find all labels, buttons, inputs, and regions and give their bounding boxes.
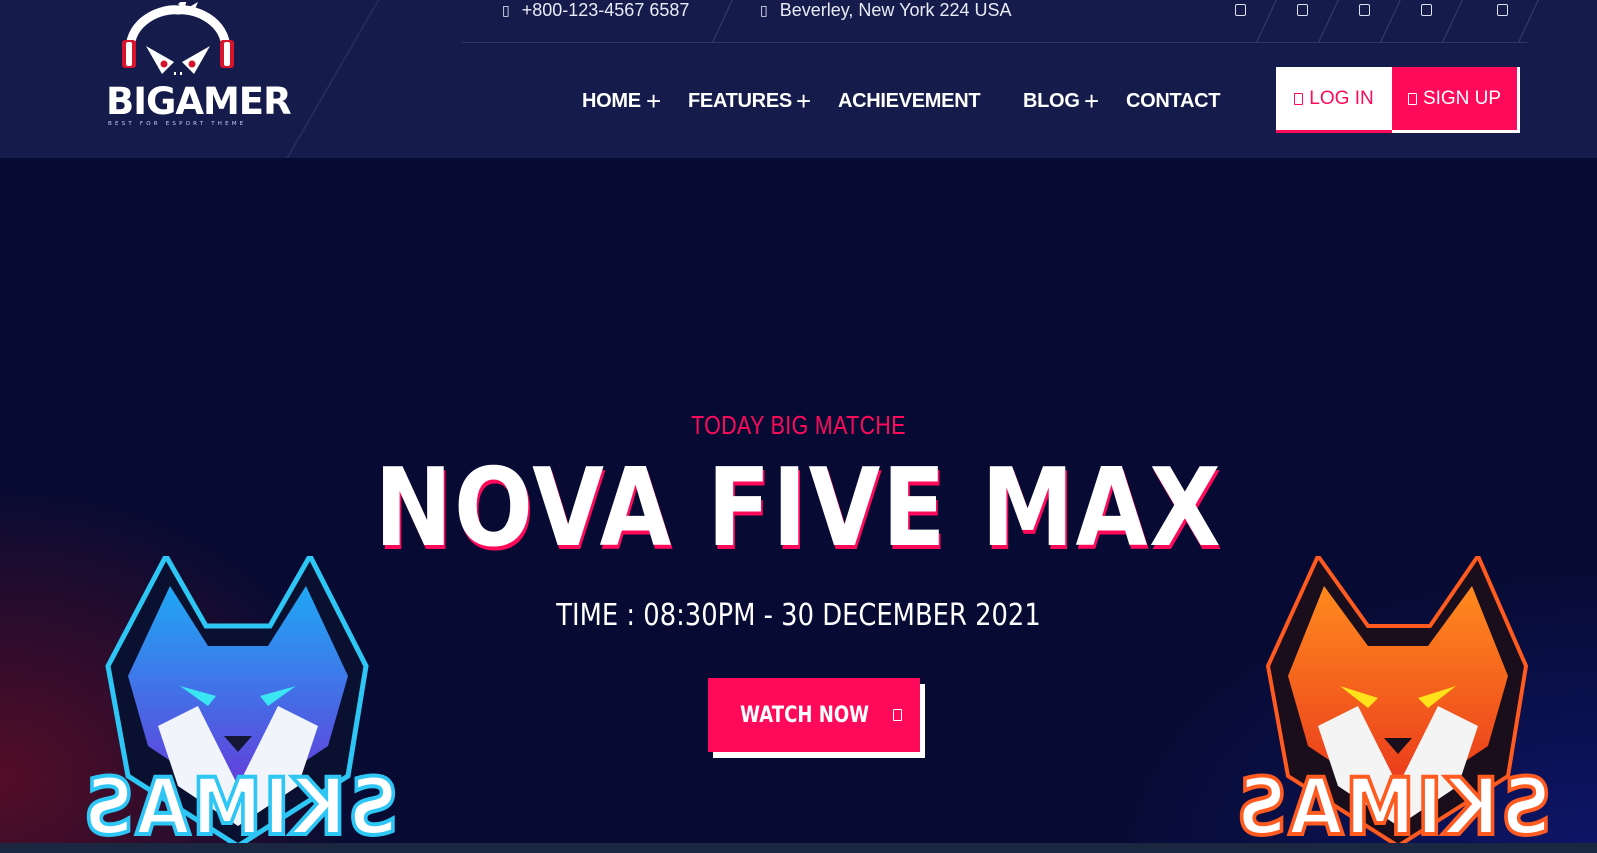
signup-button[interactable]: SIGN UP — [1392, 67, 1520, 133]
logo-tagline: BEST FOR ESPORT THEME — [108, 121, 247, 127]
social-separator — [1380, 0, 1401, 42]
browser-bottom-bar — [0, 843, 1597, 853]
hero-title: NOVA FIVE MAX — [374, 446, 1223, 571]
phone-icon: ▯ — [502, 1, 510, 18]
topbar-phone[interactable]: ▯ +800-123-4567 6587 — [502, 0, 689, 20]
instagram-icon[interactable] — [1418, 2, 1434, 18]
user-plus-icon — [1407, 92, 1417, 105]
nav-item-home[interactable]: HOME — [582, 86, 641, 116]
topbar-address-text: Beverley, New York 224 USA — [779, 0, 1012, 20]
social-separator — [1518, 0, 1539, 42]
youtube-icon[interactable] — [1356, 2, 1372, 18]
nav-item-features[interactable]: FEATURES — [688, 86, 792, 116]
hero-subtitle: TODAY BIG MATCHE — [691, 410, 906, 440]
social-separator — [1442, 0, 1463, 42]
hero-section: TODAY BIG MATCHE NOVA FIVE MAX TIME : 08… — [0, 158, 1597, 843]
social-separator — [1256, 0, 1277, 42]
right-team-name: SKIMAS — [1233, 761, 1553, 843]
nav-item-blog[interactable]: BLOG — [1023, 86, 1080, 116]
header-divider — [273, 0, 391, 158]
gamer-mascot-logo-icon — [122, 2, 234, 75]
login-button[interactable]: LOG IN — [1276, 67, 1392, 133]
topbar-separator — [712, 0, 733, 42]
linkedin-icon[interactable] — [1494, 2, 1510, 18]
nav-item-label: HOME — [582, 89, 641, 112]
social-separator — [1318, 0, 1339, 42]
watch-now-label: WATCH NOW — [740, 702, 869, 728]
user-icon — [1294, 92, 1304, 105]
watch-now-button[interactable]: WATCH NOW — [708, 678, 920, 752]
signup-label: SIGN UP — [1422, 87, 1502, 109]
plus-icon[interactable]: + — [646, 86, 661, 116]
login-label: LOG IN — [1309, 87, 1374, 109]
nav-item-label: FEATURES — [688, 89, 792, 112]
plus-icon[interactable]: + — [1084, 86, 1099, 116]
nav-item-achievement[interactable]: ACHIEVEMENT — [838, 86, 981, 116]
facebook-icon[interactable] — [1232, 2, 1248, 18]
nav-item-label: BLOG — [1023, 89, 1080, 112]
topbar-address[interactable]: ▯ Beverley, New York 224 USA — [760, 0, 1012, 20]
nav-item-contact[interactable]: CONTACT — [1126, 86, 1220, 116]
plus-icon[interactable]: + — [796, 86, 811, 116]
left-team-name: SKIMAS — [80, 761, 400, 843]
nav-item-label: ACHIEVEMENT — [838, 89, 981, 112]
topbar-phone-text: +800-123-4567 6587 — [521, 0, 690, 20]
nav-item-label: CONTACT — [1126, 89, 1221, 112]
site-header: BIGAMER BEST FOR ESPORT THEME ▯ +800-123… — [0, 0, 1597, 158]
play-icon — [893, 709, 903, 721]
twitter-icon[interactable] — [1294, 2, 1310, 18]
topbar-divider — [462, 42, 1527, 43]
location-icon: ▯ — [760, 1, 768, 18]
